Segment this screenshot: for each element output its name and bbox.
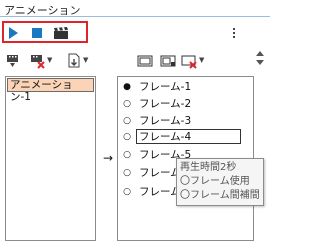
frame-bullet-icon: ● [123, 82, 131, 92]
frame-tooltip: 再生時間2秒 〇フレーム使用 〇フレーム間補間 [176, 158, 264, 206]
delete-dropdown-icon[interactable]: ▼ [47, 56, 52, 64]
tooltip-duration: 再生時間2秒 [180, 162, 237, 173]
frame-bullet-icon: ○ [123, 132, 131, 142]
move-up-icon[interactable] [256, 51, 264, 56]
frame-item[interactable]: ○ フレーム-3 [122, 113, 242, 130]
frame-bullet-icon: ○ [123, 187, 131, 197]
assign-arrow: → [103, 151, 114, 165]
frame-bullet-icon: ○ [123, 116, 131, 126]
frame-label: フレーム-2 [139, 98, 192, 110]
frame-item[interactable]: ● フレーム-1 [122, 79, 242, 96]
add-frame-icon[interactable] [137, 53, 153, 69]
delete-animation-icon[interactable] [30, 53, 46, 69]
import-file-icon[interactable] [66, 53, 82, 69]
duplicate-frame-icon[interactable] [160, 53, 176, 69]
frame-bullet-icon: ○ [123, 168, 131, 178]
frame-label: フレーム-1 [139, 81, 192, 93]
delete-frame-dropdown-icon[interactable]: ▼ [199, 56, 204, 64]
add-animation-icon[interactable] [5, 53, 21, 69]
frame-label: フレーム-4 [136, 129, 241, 144]
frame-label: フレーム-3 [139, 115, 192, 127]
clapper-icon[interactable] [54, 27, 68, 39]
frame-bullet-icon: ○ [123, 99, 131, 109]
play-icon[interactable] [9, 27, 18, 39]
frame-item[interactable]: ○ フレーム-2 [122, 96, 242, 113]
move-down-icon[interactable] [256, 60, 264, 65]
tooltip-interpolate: 〇フレーム間補間 [180, 190, 260, 201]
animation-item[interactable]: アニメーション-1 [7, 78, 94, 103]
more-options-icon[interactable] [233, 28, 236, 40]
delete-frame-icon[interactable] [181, 53, 197, 69]
stop-icon[interactable] [32, 28, 42, 38]
frame-item-selected[interactable]: ○ フレーム-4 [122, 129, 242, 146]
title-divider [0, 16, 270, 17]
frame-bullet-icon: ○ [123, 150, 131, 160]
tooltip-use-frame: 〇フレーム使用 [180, 176, 250, 187]
import-dropdown-icon[interactable]: ▼ [83, 56, 88, 64]
